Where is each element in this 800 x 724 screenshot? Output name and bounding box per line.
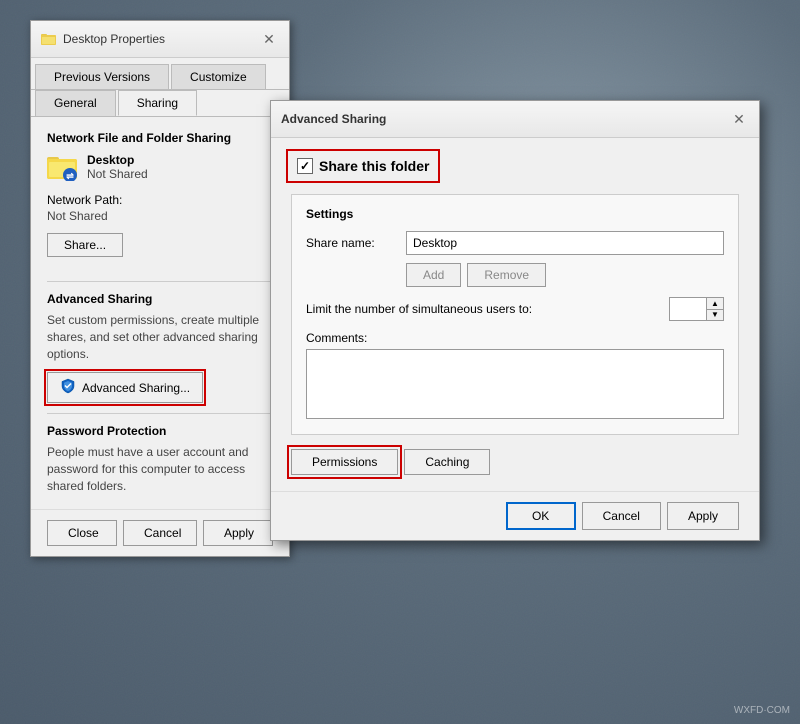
network-path-value: Not Shared — [47, 209, 273, 223]
add-button[interactable]: Add — [406, 263, 461, 287]
permissions-button[interactable]: Permissions — [291, 449, 398, 475]
window-title: Desktop Properties — [63, 32, 165, 46]
svg-text:⇌: ⇌ — [66, 171, 74, 181]
share-button[interactable]: Share... — [47, 233, 123, 257]
spinner-down-button[interactable]: ▼ — [707, 310, 723, 321]
share-name-row: Share name: — [306, 231, 724, 255]
advanced-dialog-close-icon[interactable]: ✕ — [729, 109, 749, 129]
folder-name: Desktop — [87, 153, 148, 167]
comments-input[interactable] — [306, 349, 724, 419]
password-section: Password Protection People must have a u… — [47, 424, 273, 494]
apply-button[interactable]: Apply — [203, 520, 273, 546]
divider-1 — [47, 281, 273, 282]
folder-details: Desktop Not Shared — [87, 153, 148, 181]
spinner-group: ▲ ▼ — [669, 297, 724, 321]
folder-icon-large: ⇌ — [47, 153, 79, 181]
divider-2 — [47, 413, 273, 414]
desktop-properties-window: Desktop Properties ✕ Previous Versions C… — [30, 20, 290, 557]
dialog-cancel-button[interactable]: Cancel — [582, 502, 661, 530]
advanced-sharing-button[interactable]: Advanced Sharing... — [47, 372, 203, 403]
perm-caching-row: Permissions Caching — [291, 449, 739, 475]
share-name-label: Share name: — [306, 236, 406, 250]
tab-customize[interactable]: Customize — [171, 64, 266, 89]
simultaneous-label: Limit the number of simultaneous users t… — [306, 302, 661, 316]
tab-general[interactable]: General — [35, 90, 116, 116]
desktop-properties-titlebar: Desktop Properties ✕ — [31, 21, 289, 58]
comments-label: Comments: — [306, 331, 724, 345]
folder-title-icon — [41, 32, 57, 46]
advanced-section-desc: Set custom permissions, create multiple … — [47, 312, 273, 362]
share-folder-checkbox[interactable] — [297, 158, 313, 174]
network-section-title: Network File and Folder Sharing — [47, 131, 273, 145]
close-button[interactable]: Close — [47, 520, 117, 546]
share-folder-label: Share this folder — [319, 158, 429, 174]
password-desc: People must have a user account and pass… — [47, 444, 273, 494]
tab-sharing[interactable]: Sharing — [118, 90, 197, 116]
advanced-sharing-btn-label: Advanced Sharing... — [82, 381, 190, 395]
advanced-dialog-content: Share this folder Settings Share name: A… — [271, 138, 759, 491]
tab-row-2: General Sharing — [31, 90, 289, 117]
advanced-dialog-title: Advanced Sharing — [281, 112, 386, 126]
folder-status: Not Shared — [87, 167, 148, 181]
dialog-apply-button[interactable]: Apply — [667, 502, 739, 530]
simultaneous-row: Limit the number of simultaneous users t… — [306, 297, 724, 321]
caching-button[interactable]: Caching — [404, 449, 490, 475]
settings-group: Settings Share name: Add Remove Limit th… — [291, 194, 739, 435]
watermark: WXFD·COM — [734, 705, 790, 716]
share-folder-row: Share this folder — [291, 154, 435, 178]
ok-button[interactable]: OK — [506, 502, 576, 530]
advanced-dialog-footer: OK Cancel Apply — [271, 491, 759, 540]
remove-button[interactable]: Remove — [467, 263, 546, 287]
window-footer: Close Cancel Apply — [31, 509, 289, 556]
folder-info: ⇌ Desktop Not Shared — [47, 153, 273, 181]
advanced-section-title: Advanced Sharing — [47, 292, 273, 306]
network-path-label: Network Path: — [47, 193, 273, 207]
simultaneous-input[interactable] — [669, 297, 707, 321]
window-content: Network File and Folder Sharing ⇌ Deskto… — [31, 117, 289, 509]
settings-group-title: Settings — [306, 207, 724, 221]
cancel-button[interactable]: Cancel — [123, 520, 197, 546]
share-name-input[interactable] — [406, 231, 724, 255]
spinner-arrows: ▲ ▼ — [707, 297, 724, 321]
close-icon[interactable]: ✕ — [259, 29, 279, 49]
spinner-up-button[interactable]: ▲ — [707, 298, 723, 310]
advanced-sharing-section: Advanced Sharing Set custom permissions,… — [47, 292, 273, 403]
tab-row-1: Previous Versions Customize — [31, 58, 289, 90]
advanced-dialog-titlebar: Advanced Sharing ✕ — [271, 101, 759, 138]
password-section-title: Password Protection — [47, 424, 273, 438]
add-remove-row: Add Remove — [406, 263, 724, 287]
shield-icon — [60, 378, 76, 397]
tab-previous-versions[interactable]: Previous Versions — [35, 64, 169, 89]
advanced-sharing-dialog: Advanced Sharing ✕ Share this folder Set… — [270, 100, 760, 541]
